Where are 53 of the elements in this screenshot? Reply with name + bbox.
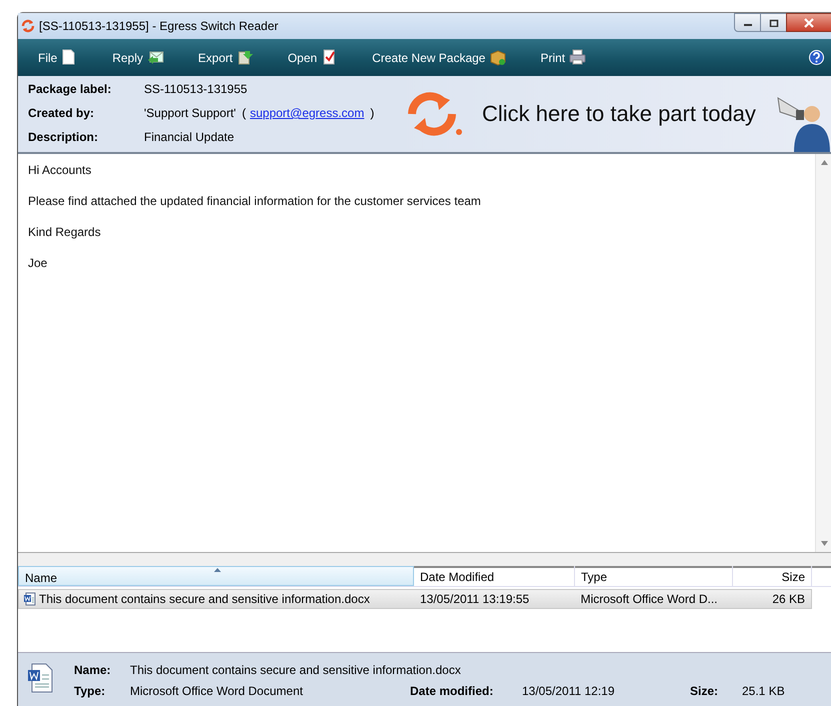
- envelope-arrow-icon: [147, 49, 164, 66]
- scroll-up-arrow-icon[interactable]: [820, 160, 828, 165]
- detail-label: Size:: [690, 684, 720, 698]
- maximize-icon: [768, 18, 778, 26]
- table-cell: 13/05/2011 13:19:55: [420, 592, 530, 606]
- message-line: Joe: [28, 256, 48, 270]
- detail-value: 13/05/2011 12:19: [522, 684, 616, 698]
- field-label: Package label:: [28, 82, 112, 96]
- toolbar-button[interactable]: Reply: [112, 49, 164, 66]
- file-row[interactable]: This document contains secure and sensitive information.docx 13/05/2011 13:19:55 Microsoft Office Word D... 26 KB: [18, 589, 812, 609]
- column-header[interactable]: Type: [575, 566, 733, 586]
- detail-label: Name:: [74, 663, 112, 677]
- detail-label: Date modified:: [410, 684, 494, 698]
- field-label: Description:: [28, 130, 100, 144]
- printer-icon: [569, 49, 586, 66]
- help-icon[interactable]: [809, 50, 824, 65]
- toolbar-button[interactable]: Print: [540, 49, 586, 66]
- field-value: 'Support Support': [144, 106, 236, 120]
- sort-arrow-icon: [214, 568, 221, 572]
- detail-label: Type:: [74, 684, 106, 698]
- message-line: Please find attached the updated financial information for the customer services team: [28, 194, 482, 208]
- toolbar-button[interactable]: File: [38, 49, 78, 66]
- sync-arrows-icon: [21, 19, 35, 33]
- detail-value: This document contains secure and sensitive information.docx: [130, 663, 462, 677]
- column-header[interactable]: Name: [18, 566, 414, 586]
- column-header[interactable]: Date Modified: [414, 566, 575, 586]
- close-icon: [803, 18, 815, 28]
- word-document-icon: [23, 592, 37, 606]
- email-link[interactable]: support@egress.com: [250, 106, 364, 120]
- field-value: SS-110513-131955: [144, 82, 248, 96]
- box-icon: [489, 49, 506, 66]
- column-header[interactable]: Size: [733, 566, 812, 586]
- toolbar-button[interactable]: Export: [198, 49, 254, 66]
- maximize-button[interactable]: [760, 13, 787, 32]
- toolbar-button[interactable]: Create New Package: [372, 49, 506, 66]
- message-line: Hi Accounts: [28, 163, 92, 177]
- bracket: ): [370, 106, 374, 120]
- message-line: Kind Regards: [28, 225, 102, 239]
- document-arrow-icon: [236, 49, 254, 66]
- table-cell: Microsoft Office Word D...: [580, 592, 718, 606]
- scroll-down-arrow-icon[interactable]: [820, 541, 828, 546]
- detail-value: 25.1 KB: [742, 684, 785, 698]
- scrollbar[interactable]: [815, 154, 831, 552]
- window-title: [SS-110513-131955] - Egress Switch Reader: [39, 19, 278, 33]
- table-cell: 26 KB: [772, 592, 806, 606]
- minimize-button[interactable]: [734, 13, 761, 32]
- toolbar-button[interactable]: Open: [288, 49, 338, 66]
- bracket: (: [242, 106, 246, 120]
- field-label: Created by:: [28, 106, 96, 120]
- detail-value: Microsoft Office Word Document: [130, 684, 304, 698]
- close-button[interactable]: [786, 13, 831, 32]
- table-cell: This document contains secure and sensitive information.docx: [39, 592, 370, 606]
- field-value: Financial Update: [144, 130, 234, 144]
